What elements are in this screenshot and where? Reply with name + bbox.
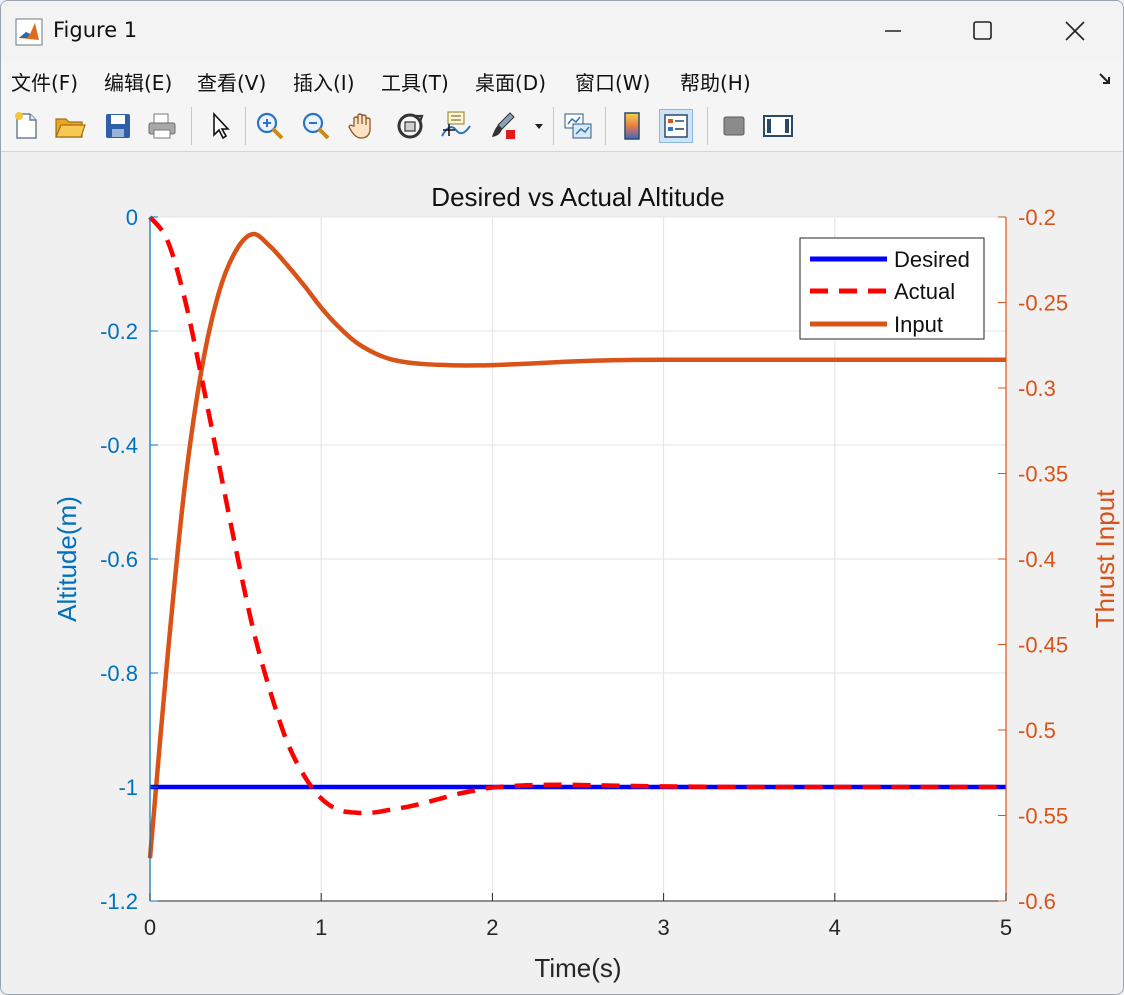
legend-label-input: Input xyxy=(894,312,943,337)
figure-canvas: 0 1 2 3 4 5 0 -0.2 -0.4 -0.6 -0.8 -1 -1.2 -0.2 -0.25 -0… xyxy=(1,152,1123,994)
y-axis-right-label: Thrust Input xyxy=(1090,489,1120,629)
x-axis-label: Time(s) xyxy=(534,953,621,983)
toolbar-separator xyxy=(707,107,708,145)
x-tick-label: 4 xyxy=(829,915,841,940)
toolbar-separator xyxy=(605,107,606,145)
legend-label-actual: Actual xyxy=(894,279,955,304)
window-title: Figure 1 xyxy=(53,18,137,42)
y-right-tick-label: -0.35 xyxy=(1018,462,1068,487)
print-icon xyxy=(146,111,178,141)
y-right-tick-label: -0.5 xyxy=(1018,718,1056,743)
figure-window: Figure 1 文件(F) 编辑(E) 查看(V) 插入(I) 工具(T) 桌… xyxy=(0,0,1124,995)
y-left-tick-label: -0.6 xyxy=(100,547,138,572)
open-button[interactable] xyxy=(53,109,87,143)
save-icon xyxy=(103,111,133,141)
pointer-icon xyxy=(208,111,232,141)
zoom-out-icon xyxy=(300,110,332,142)
x-tick-label: 3 xyxy=(657,915,669,940)
brush-dropdown-button[interactable] xyxy=(529,109,549,143)
y-left-tick-label: -1 xyxy=(118,775,138,800)
link-plot-icon xyxy=(562,110,594,142)
y-left-tick-label: -0.4 xyxy=(100,433,138,458)
toolbar-separator xyxy=(245,107,246,145)
zoom-in-button[interactable] xyxy=(253,109,287,143)
legend-button[interactable] xyxy=(659,109,693,143)
y-left-tick-label: 0 xyxy=(126,205,138,230)
menu-desktop[interactable]: 桌面(D) xyxy=(475,67,546,96)
new-file-button[interactable] xyxy=(9,109,43,143)
link-plot-button[interactable] xyxy=(561,109,595,143)
y-right-tick-label: -0.4 xyxy=(1018,547,1056,572)
close-button[interactable] xyxy=(1029,1,1121,61)
brush-dropdown-icon xyxy=(533,121,545,131)
plot-axes[interactable]: 0 1 2 3 4 5 0 -0.2 -0.4 -0.6 -0.8 -1 -1.2 -0.2 -0.25 -0… xyxy=(1,152,1123,994)
maximize-icon xyxy=(972,20,994,42)
rotate-3d-icon xyxy=(394,110,426,142)
menu-view[interactable]: 查看(V) xyxy=(197,67,266,96)
menu-window[interactable]: 窗口(W) xyxy=(575,67,650,96)
brush-icon xyxy=(486,110,518,142)
zoom-out-button[interactable] xyxy=(299,109,333,143)
menu-bar: 文件(F) 编辑(E) 查看(V) 插入(I) 工具(T) 桌面(D) 窗口(W… xyxy=(1,61,1123,101)
save-button[interactable] xyxy=(101,109,135,143)
hide-plot-tools-button[interactable] xyxy=(717,109,751,143)
menu-file[interactable]: 文件(F) xyxy=(11,67,78,96)
menu-edit[interactable]: 编辑(E) xyxy=(104,67,172,96)
toolbar-separator xyxy=(553,107,554,145)
pan-button[interactable] xyxy=(345,109,379,143)
legend-icon xyxy=(662,112,690,140)
data-cursor-button[interactable] xyxy=(439,109,473,143)
y-left-tick-label: -1.2 xyxy=(100,889,138,914)
menu-tools[interactable]: 工具(T) xyxy=(381,67,449,96)
y-right-tick-label: -0.3 xyxy=(1018,376,1056,401)
open-folder-icon xyxy=(54,111,86,141)
minimize-button[interactable] xyxy=(847,1,939,61)
hide-plot-tools-icon xyxy=(720,112,748,140)
title-bar: Figure 1 xyxy=(1,1,1123,61)
rotate-3d-button[interactable] xyxy=(393,109,427,143)
x-tick-label: 2 xyxy=(486,915,498,940)
y-right-tick-label: -0.45 xyxy=(1018,633,1068,658)
y-right-tick-label: -0.2 xyxy=(1018,205,1056,230)
x-tick-label: 0 xyxy=(144,915,156,940)
y-right-tick-label: -0.25 xyxy=(1018,291,1068,316)
y-left-tick-label: -0.8 xyxy=(100,661,138,686)
data-cursor-icon xyxy=(440,110,472,142)
minimize-icon xyxy=(883,21,903,41)
show-plot-tools-button[interactable] xyxy=(761,109,795,143)
toolbar-separator xyxy=(191,107,192,145)
colorbar-icon xyxy=(621,110,643,142)
close-icon xyxy=(1064,20,1086,42)
y-right-tick-label: -0.6 xyxy=(1018,889,1056,914)
matlab-logo-icon xyxy=(15,18,43,46)
print-button[interactable] xyxy=(145,109,179,143)
menu-help[interactable]: 帮助(H) xyxy=(680,67,751,96)
chart-title: Desired vs Actual Altitude xyxy=(431,182,724,212)
x-tick-label: 1 xyxy=(315,915,327,940)
pan-hand-icon xyxy=(346,110,378,142)
x-tick-label: 5 xyxy=(1000,915,1012,940)
dock-arrow-icon[interactable] xyxy=(1097,71,1113,87)
legend-label-desired: Desired xyxy=(894,247,970,272)
colorbar-button[interactable] xyxy=(615,109,649,143)
y-right-tick-label: -0.55 xyxy=(1018,804,1068,829)
toolbar xyxy=(1,101,1123,152)
select-button[interactable] xyxy=(203,109,237,143)
brush-button[interactable] xyxy=(485,109,519,143)
y-left-tick-label: -0.2 xyxy=(100,319,138,344)
show-plot-tools-icon xyxy=(762,112,794,140)
maximize-button[interactable] xyxy=(937,1,1029,61)
zoom-in-icon xyxy=(254,110,286,142)
legend[interactable]: Desired Actual Input xyxy=(800,238,984,339)
menu-insert[interactable]: 插入(I) xyxy=(293,67,355,96)
y-axis-left-label: Altitude(m) xyxy=(52,496,82,622)
new-file-icon xyxy=(11,111,41,141)
